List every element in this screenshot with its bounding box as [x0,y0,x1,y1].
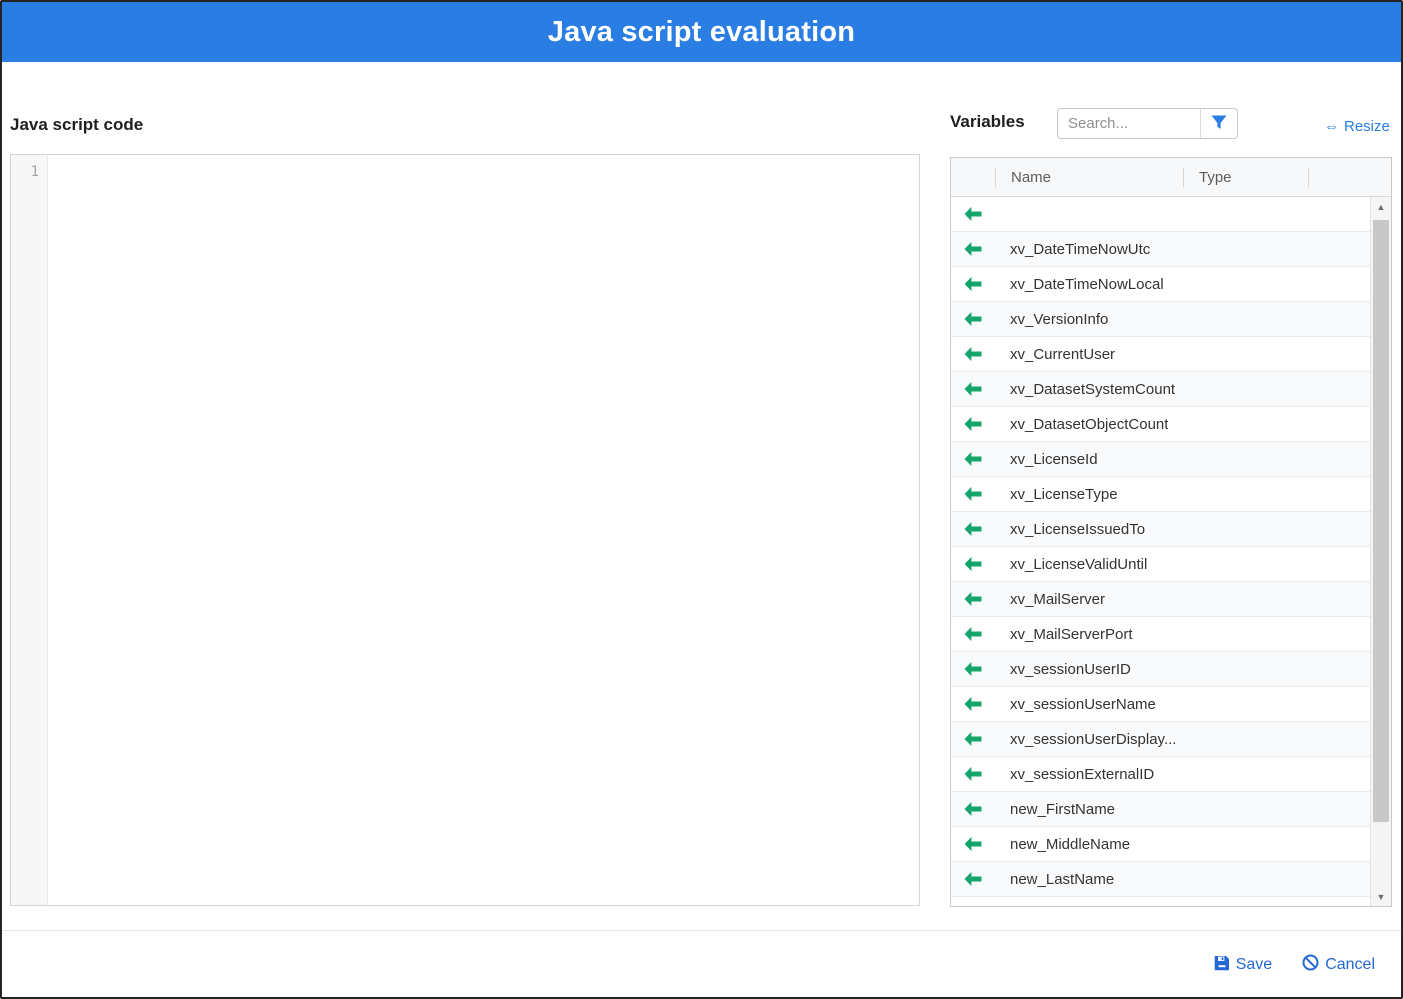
column-divider [1308,168,1309,187]
type-column-header: Type [1183,169,1308,186]
variables-table: Name Type xv_DateTim [950,157,1392,907]
variable-name: xv_DateTimeNowLocal [995,276,1164,293]
cancel-button[interactable]: Cancel [1302,954,1375,976]
variable-row[interactable]: new_MiddleName [951,827,1370,862]
dialog-title: Java script evaluation [548,16,855,49]
variable-row[interactable]: xv_CurrentUser [951,337,1370,372]
variable-row[interactable]: xv_DatasetSystemCount [951,372,1370,407]
scrollbar[interactable]: ▲ ▼ [1370,197,1391,906]
line-number: 1 [31,164,39,180]
filter-icon [1211,115,1227,133]
code-input[interactable] [48,155,919,905]
filter-button[interactable] [1200,109,1237,138]
variables-heading: Variables [950,112,1025,132]
save-button[interactable]: Save [1214,955,1272,976]
search-input[interactable] [1058,109,1200,138]
insert-variable-arrow-icon[interactable] [951,732,995,746]
dialog: Java script evaluation Java script code … [0,0,1403,999]
insert-variable-arrow-icon[interactable] [951,487,995,501]
insert-variable-arrow-icon[interactable] [951,872,995,886]
footer: Save Cancel [1214,954,1375,976]
variable-name: xv_LicenseIssuedTo [995,521,1145,538]
variable-row[interactable]: new_FirstName [951,792,1370,827]
save-label: Save [1236,956,1272,974]
variable-row[interactable]: new_Department [951,897,1370,906]
insert-variable-arrow-icon[interactable] [951,627,995,641]
name-column-header: Name [995,169,1183,186]
insert-variable-arrow-icon[interactable] [951,557,995,571]
variable-name: xv_sessionExternalID [995,766,1154,783]
insert-variable-arrow-icon[interactable] [951,522,995,536]
table-header: Name Type [951,158,1391,197]
insert-variable-arrow-icon[interactable] [951,662,995,676]
insert-variable-arrow-icon[interactable] [951,592,995,606]
cancel-label: Cancel [1325,956,1375,974]
variable-name: xv_LicenseValidUntil [995,556,1147,573]
variable-name: new_Department [995,906,1124,907]
code-editor-label: Java script code [10,115,143,135]
variable-row[interactable]: xv_LicenseValidUntil [951,547,1370,582]
scrollbar-thumb[interactable] [1373,220,1389,822]
insert-variable-arrow-icon[interactable] [951,382,995,396]
insert-variable-arrow-icon[interactable] [951,207,995,221]
variable-row[interactable]: xv_DateTimeNowUtc [951,232,1370,267]
dialog-titlebar: Java script evaluation [2,2,1401,62]
variable-row[interactable]: xv_VersionInfo [951,302,1370,337]
variable-row[interactable] [951,197,1370,232]
line-number-gutter: 1 [11,155,48,905]
variable-row[interactable]: xv_DateTimeNowLocal [951,267,1370,302]
resize-button[interactable]: ⇔ Resize [1324,118,1390,135]
resize-icon: ⇔ [1324,119,1339,134]
insert-variable-arrow-icon[interactable] [951,802,995,816]
variable-name: new_MiddleName [995,836,1130,853]
variable-name: xv_sessionUserID [995,661,1131,678]
variable-row[interactable]: xv_MailServer [951,582,1370,617]
footer-divider [2,930,1401,931]
variable-row[interactable]: xv_sessionExternalID [951,757,1370,792]
column-divider [1183,168,1184,187]
code-editor[interactable]: 1 [10,154,920,906]
variable-name: new_FirstName [995,801,1115,818]
variable-name: xv_MailServer [995,591,1105,608]
variables-search [1057,108,1238,139]
variables-list: xv_DateTimeNowUtc xv_DateTimeNowLocal xv… [951,197,1370,906]
cancel-icon [1302,954,1319,976]
variable-row[interactable]: xv_LicenseType [951,477,1370,512]
variable-row[interactable]: xv_sessionUserName [951,687,1370,722]
variable-name: xv_sessionUserDisplay... [995,731,1176,748]
variable-row[interactable]: xv_LicenseIssuedTo [951,512,1370,547]
insert-variable-arrow-icon[interactable] [951,452,995,466]
save-icon [1214,955,1230,976]
variable-name: xv_DatasetObjectCount [995,416,1168,433]
variable-name: xv_DatasetSystemCount [995,381,1175,398]
variable-name: xv_sessionUserName [995,696,1156,713]
insert-variable-arrow-icon[interactable] [951,347,995,361]
scroll-up-button[interactable]: ▲ [1371,197,1391,216]
variable-row[interactable]: xv_sessionUserDisplay... [951,722,1370,757]
variable-row[interactable]: xv_LicenseId [951,442,1370,477]
variable-name: xv_VersionInfo [995,311,1108,328]
variable-row[interactable]: new_LastName [951,862,1370,897]
variable-name: xv_CurrentUser [995,346,1115,363]
insert-variable-arrow-icon[interactable] [951,242,995,256]
variable-row[interactable]: xv_sessionUserID [951,652,1370,687]
insert-variable-arrow-icon[interactable] [951,277,995,291]
variable-name: xv_LicenseId [995,451,1098,468]
insert-variable-arrow-icon[interactable] [951,417,995,431]
column-divider [995,168,996,187]
variable-name: new_LastName [995,871,1114,888]
insert-variable-arrow-icon[interactable] [951,767,995,781]
variable-row[interactable]: xv_MailServerPort [951,617,1370,652]
insert-variable-arrow-icon[interactable] [951,312,995,326]
variable-name: xv_DateTimeNowUtc [995,241,1150,258]
variable-name: xv_LicenseType [995,486,1118,503]
variable-name: xv_MailServerPort [995,626,1133,643]
insert-variable-arrow-icon[interactable] [951,697,995,711]
scroll-down-button[interactable]: ▼ [1371,887,1391,906]
variable-row[interactable]: xv_DatasetObjectCount [951,407,1370,442]
resize-label: Resize [1344,118,1390,135]
insert-variable-arrow-icon[interactable] [951,837,995,851]
